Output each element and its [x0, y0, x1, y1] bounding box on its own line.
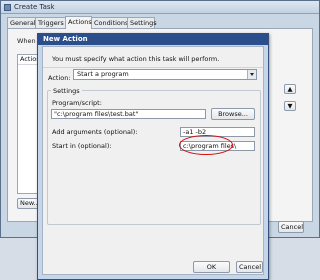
start-in-label: Start in (optional): [52, 142, 112, 150]
tab-general[interactable]: General [7, 17, 36, 28]
move-up-button[interactable]: ▲ [284, 84, 296, 94]
action-select[interactable]: Start a program [73, 69, 257, 80]
dialog-divider [43, 67, 263, 68]
task-scheduler-icon [4, 4, 11, 11]
move-down-button[interactable]: ▼ [284, 101, 296, 111]
ok-button[interactable]: OK [193, 261, 230, 273]
new-action-dialog: New Action You must specify what action … [37, 33, 269, 280]
chevron-down-icon[interactable] [247, 70, 256, 79]
browse-button[interactable]: Browse... [211, 108, 255, 120]
create-task-title-bar[interactable]: Create Task [1, 1, 319, 14]
dialog-instruction: You must specify what action this task w… [52, 55, 220, 63]
settings-group-title: Settings [51, 87, 82, 95]
action-select-value: Start a program [77, 70, 129, 78]
tab-actions[interactable]: Actions [65, 16, 92, 29]
cancel-button[interactable]: Cancel [236, 261, 263, 273]
tab-settings[interactable]: Settings [127, 17, 157, 28]
action-label: Action: [48, 74, 71, 82]
create-task-title: Create Task [14, 3, 55, 11]
start-in-input[interactable]: c:\program files\ [180, 141, 255, 151]
tab-triggers[interactable]: Triggers [35, 17, 66, 28]
add-arguments-input[interactable]: -a1 -b2 [180, 127, 255, 137]
program-script-label: Program/script: [52, 99, 102, 107]
add-arguments-label: Add arguments (optional): [52, 128, 138, 136]
tab-conditions[interactable]: Conditions [91, 17, 128, 28]
program-script-input[interactable]: "c:\program files\test.bat" [51, 109, 206, 119]
create-task-cancel-button[interactable]: Cancel [278, 221, 304, 233]
new-action-body: You must specify what action this task w… [42, 46, 264, 275]
new-action-title[interactable]: New Action [38, 34, 268, 45]
